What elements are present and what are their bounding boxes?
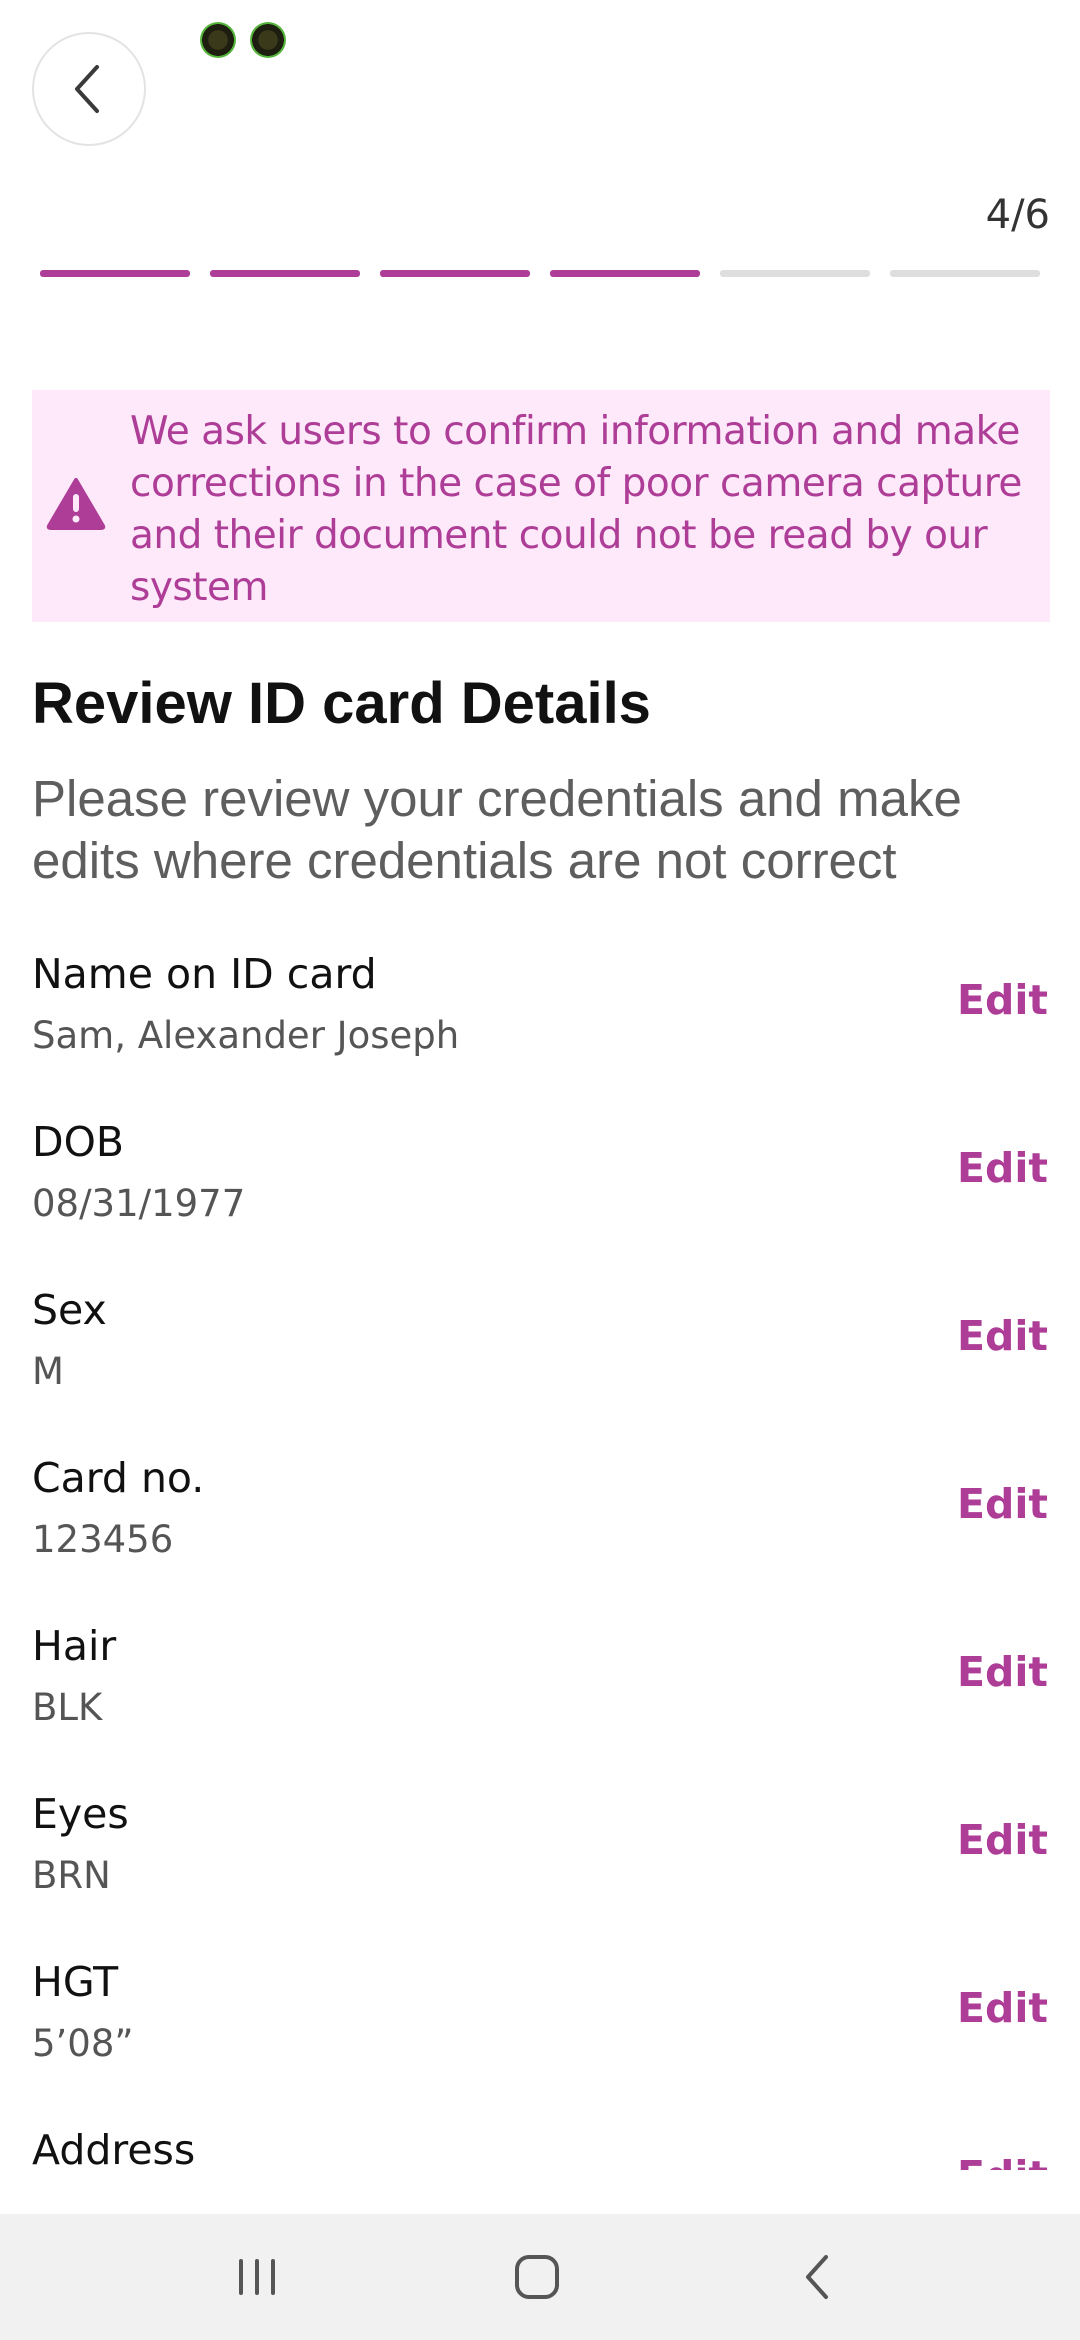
- field-value: 5’08”: [32, 2022, 134, 2065]
- progress-segment-pending: [720, 270, 870, 277]
- recent-apps-button[interactable]: [222, 2244, 292, 2310]
- edit-address-button[interactable]: Edit: [957, 2152, 1048, 2170]
- chevron-left-icon: [75, 65, 99, 113]
- field-label: Sex: [32, 1286, 107, 1334]
- edit-hair-button[interactable]: Edit: [957, 1648, 1048, 1696]
- progress-segment-pending: [890, 270, 1040, 277]
- edit-card-no-button[interactable]: Edit: [957, 1480, 1048, 1528]
- notice-text: We ask users to confirm information and …: [130, 409, 1022, 610]
- field-label: Hair: [32, 1622, 117, 1670]
- field-row-dob: DOB 08/31/1977 Edit: [32, 1112, 1050, 1280]
- field-label: DOB: [32, 1118, 124, 1166]
- field-value: Sam, Alexander Joseph: [32, 1014, 460, 1057]
- field-label: Card no.: [32, 1454, 205, 1502]
- info-notice-banner: We ask users to confirm information and …: [32, 390, 1050, 622]
- warning-triangle-icon: [46, 478, 106, 530]
- notification-icon: [250, 22, 286, 58]
- field-value: BRN: [32, 1854, 111, 1897]
- edit-dob-button[interactable]: Edit: [957, 1144, 1048, 1192]
- page-title: Review ID card Details: [32, 671, 651, 736]
- system-back-button[interactable]: [782, 2244, 852, 2310]
- back-arrow-icon: [806, 2255, 828, 2299]
- status-bar-icons: [200, 22, 286, 58]
- field-row-name: Name on ID card Sam, Alexander Joseph Ed…: [32, 944, 1050, 1112]
- edit-height-button[interactable]: Edit: [957, 1984, 1048, 2032]
- edit-name-button[interactable]: Edit: [957, 976, 1048, 1024]
- progress-segment-complete: [210, 270, 360, 277]
- page-subtitle: Please review your credentials and make …: [32, 770, 962, 889]
- field-value: M: [32, 1350, 64, 1393]
- step-counter: 4/6: [985, 192, 1050, 238]
- field-value: 08/31/1977: [32, 1182, 246, 1225]
- home-icon: [515, 2255, 559, 2299]
- edit-eyes-button[interactable]: Edit: [957, 1816, 1048, 1864]
- home-button[interactable]: [502, 2244, 572, 2310]
- edit-sex-button[interactable]: Edit: [957, 1312, 1048, 1360]
- field-row-sex: Sex M Edit: [32, 1280, 1050, 1448]
- field-row-height: HGT 5’08” Edit: [32, 1952, 1050, 2120]
- field-value: 123456: [32, 1518, 174, 1561]
- back-button[interactable]: [32, 32, 146, 146]
- field-row-address: Address Edit: [32, 2120, 1050, 2170]
- progress-bar: [40, 270, 1040, 277]
- field-value: BLK: [32, 1686, 103, 1729]
- field-row-card-no: Card no. 123456 Edit: [32, 1448, 1050, 1616]
- field-label: HGT: [32, 1958, 119, 2006]
- field-label: Address: [32, 2126, 196, 2170]
- system-navigation-bar: [0, 2214, 1080, 2340]
- recent-apps-icon: [239, 2259, 275, 2295]
- field-row-hair: Hair BLK Edit: [32, 1616, 1050, 1784]
- field-row-eyes: Eyes BRN Edit: [32, 1784, 1050, 1952]
- field-label: Eyes: [32, 1790, 129, 1838]
- progress-segment-complete: [40, 270, 190, 277]
- id-details-list: Name on ID card Sam, Alexander Joseph Ed…: [32, 944, 1050, 2170]
- progress-segment-complete: [550, 270, 700, 277]
- field-label: Name on ID card: [32, 950, 377, 998]
- progress-segment-complete: [380, 270, 530, 277]
- notification-icon: [200, 22, 236, 58]
